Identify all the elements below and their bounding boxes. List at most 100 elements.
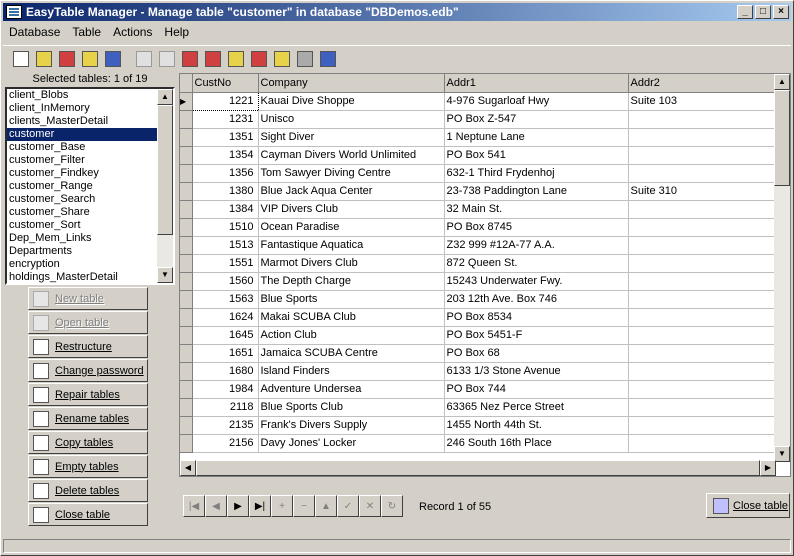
row-indicator[interactable] [180, 362, 193, 381]
grid-cell[interactable]: 1384 [192, 200, 259, 219]
table-row[interactable]: 1356 Tom Sawyer Diving Centre 632-1 Third … [180, 164, 777, 183]
nav-cancel-button[interactable]: ✕ [359, 495, 381, 517]
close-window-button[interactable]: × [773, 5, 789, 19]
row-indicator[interactable] [180, 380, 193, 399]
grid-cell[interactable]: Frank's Divers Supply [258, 416, 445, 435]
table-list-item[interactable]: client_InMemory [7, 102, 159, 115]
row-indicator[interactable] [180, 416, 193, 435]
grid-cell[interactable]: 1455 North 44th St. [444, 416, 629, 435]
nav-prior-button[interactable]: ◀ [205, 495, 227, 517]
grid-cell[interactable]: 1551 [192, 254, 259, 273]
menu-actions[interactable]: Actions [107, 23, 158, 41]
table-list-item[interactable]: Departments [7, 245, 159, 258]
close-table-button[interactable]: Close table [706, 493, 790, 518]
grid-cell[interactable]: Cayman Divers World Unlimited [258, 146, 445, 165]
grid-cell[interactable] [628, 146, 777, 165]
grid-cell[interactable]: Unisco [258, 110, 445, 129]
grid-cell[interactable]: Tom Sawyer Diving Centre [258, 164, 445, 183]
close-table-button[interactable]: Close table [28, 503, 148, 526]
grid-cell[interactable]: 32 Main St. [444, 200, 629, 219]
restructure-table-tool[interactable] [178, 48, 201, 70]
grid-cell[interactable] [628, 218, 777, 237]
grid-cell[interactable]: Blue Sports Club [258, 398, 445, 417]
nav-edit-button[interactable]: ▲ [315, 495, 337, 517]
row-indicator[interactable] [180, 254, 193, 273]
scroll-up-arrow-icon[interactable]: ▲ [157, 89, 173, 105]
table-list-item[interactable]: customer [7, 128, 159, 141]
column-header[interactable]: CustNo [192, 74, 259, 93]
grid-cell[interactable]: PO Box 8745 [444, 218, 629, 237]
grid-cell[interactable]: 2118 [192, 398, 259, 417]
grid-horizontal-scrollbar[interactable]: ◀ ▶ [180, 460, 776, 476]
row-indicator[interactable] [180, 434, 193, 453]
grid-cell[interactable]: 1984 [192, 380, 259, 399]
grid-cell[interactable]: Blue Jack Aqua Center [258, 182, 445, 201]
grid-cell[interactable]: Suite 310 [628, 182, 777, 201]
new-database-button[interactable] [9, 48, 32, 70]
grid-scroll-right-icon[interactable]: ▶ [760, 460, 776, 476]
table-list-item[interactable]: customer_Range [7, 180, 159, 193]
new-table-tool[interactable] [132, 48, 155, 70]
grid-cell[interactable]: 872 Queen St. [444, 254, 629, 273]
grid-cell[interactable]: Blue Sports [258, 290, 445, 309]
table-row[interactable]: 1680 Island Finders 6133 1/3 Stone Avenue [180, 362, 777, 381]
grid-cell[interactable] [628, 164, 777, 183]
delete-tables-button[interactable]: Delete tables [28, 479, 148, 502]
table-list-item[interactable]: customer_Base [7, 141, 159, 154]
grid-cell[interactable]: PO Box 744 [444, 380, 629, 399]
row-indicator[interactable] [180, 128, 193, 147]
scroll-down-arrow-icon[interactable]: ▼ [157, 267, 173, 283]
grid-cell[interactable]: Adventure Undersea [258, 380, 445, 399]
copy-tables-button[interactable]: Copy tables [28, 431, 148, 454]
row-indicator[interactable] [180, 308, 193, 327]
grid-cell[interactable] [628, 308, 777, 327]
grid-cell[interactable]: 1624 [192, 308, 259, 327]
grid-cell[interactable] [628, 344, 777, 363]
grid-cell[interactable] [628, 362, 777, 381]
grid-cell[interactable]: 203 12th Ave. Box 746 [444, 290, 629, 309]
table-row[interactable]: 1384 VIP Divers Club 32 Main St. [180, 200, 777, 219]
grid-cell[interactable]: 1563 [192, 290, 259, 309]
table-list-item[interactable]: customer_Filter [7, 154, 159, 167]
grid-cell[interactable]: The Depth Charge [258, 272, 445, 291]
menu-database[interactable]: Database [3, 23, 66, 41]
row-indicator[interactable] [180, 344, 193, 363]
grid-scroll-down-icon[interactable]: ▼ [774, 446, 790, 462]
grid-cell[interactable]: Ocean Paradise [258, 218, 445, 237]
grid-cell[interactable] [628, 434, 777, 453]
grid-cell[interactable]: Suite 103 [628, 92, 777, 111]
nav-first-button[interactable]: |◀ [183, 495, 205, 517]
column-header[interactable]: Addr1 [444, 74, 629, 93]
column-header[interactable]: Company [258, 74, 445, 93]
table-row[interactable]: 2135 Frank's Divers Supply 1455 North 44th… [180, 416, 777, 435]
table-row[interactable]: 1984 Adventure Undersea PO Box 744 [180, 380, 777, 399]
delete-tool[interactable] [293, 48, 316, 70]
grid-cell[interactable] [628, 398, 777, 417]
change-password-button[interactable]: Change password [28, 359, 148, 382]
nav-last-button[interactable]: ▶| [249, 495, 271, 517]
table-row[interactable]: 1551 Marmot Divers Club 872 Queen St. [180, 254, 777, 273]
grid-cell[interactable]: 6133 1/3 Stone Avenue [444, 362, 629, 381]
table-list-item[interactable]: customer_Search [7, 193, 159, 206]
grid-cell[interactable] [628, 254, 777, 273]
rename-tables-button[interactable]: Rename tables [28, 407, 148, 430]
grid-hscroll-thumb[interactable] [196, 460, 760, 476]
grid-cell[interactable]: Jamaica SCUBA Centre [258, 344, 445, 363]
table-row[interactable]: 1624 Makai SCUBA Club PO Box 8534 [180, 308, 777, 327]
grid-cell[interactable]: Fantastique Aquatica [258, 236, 445, 255]
open-database-button[interactable] [32, 48, 55, 70]
row-indicator[interactable] [180, 164, 193, 183]
row-indicator[interactable]: ▶ [180, 92, 193, 111]
grid-cell[interactable]: Marmot Divers Club [258, 254, 445, 273]
row-indicator[interactable] [180, 218, 193, 237]
row-indicator[interactable] [180, 146, 193, 165]
minimize-button[interactable]: _ [737, 5, 753, 19]
table-row[interactable]: 1354 Cayman Divers World Unlimited PO Box … [180, 146, 777, 165]
repair-tables-button[interactable]: Repair tables [28, 383, 148, 406]
copy-tool[interactable] [247, 48, 270, 70]
row-indicator[interactable] [180, 272, 193, 291]
nav-post-button[interactable]: ✓ [337, 495, 359, 517]
nav-insert-button[interactable]: + [271, 495, 293, 517]
grid-cell[interactable]: PO Box 541 [444, 146, 629, 165]
row-indicator[interactable] [180, 110, 193, 129]
